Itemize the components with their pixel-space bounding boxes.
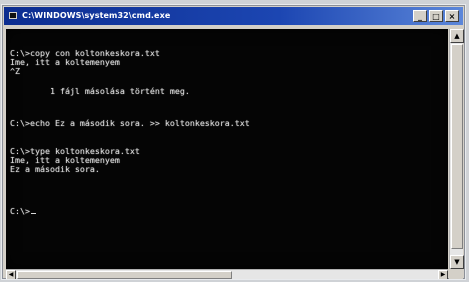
console-line: 1 fájl másolása történt meg. — [10, 86, 190, 96]
scroll-right-button[interactable]: ▶ — [438, 270, 448, 279]
maximize-button[interactable]: □ — [429, 10, 443, 22]
console-line: Ime, itt a koltemenyem — [10, 57, 120, 67]
scroll-left-button[interactable]: ◀ — [6, 270, 16, 279]
command-prompt-window: C:\WINDOWS\system32\cmd.exe _ □ × C:\>co… — [2, 5, 465, 279]
console-line: ^Z — [10, 66, 20, 76]
window-title: C:\WINDOWS\system32\cmd.exe — [22, 11, 171, 20]
command-prompt-icon — [9, 12, 17, 19]
console-prompt[interactable]: C:\> — [10, 207, 36, 216]
scroll-up-button[interactable]: ▲ — [450, 29, 464, 43]
window-controls: _ □ × — [413, 10, 459, 22]
vertical-scrollbar[interactable]: ▲ ▼ — [449, 29, 464, 269]
scrollbar-corner — [449, 269, 463, 279]
console-line: Ez a második sora. — [10, 164, 100, 174]
vertical-scroll-thumb[interactable] — [451, 44, 463, 249]
console-output[interactable]: C:\>copy con koltonkeskora.txt Ime, itt … — [6, 29, 448, 269]
horizontal-scrollbar[interactable]: ◀ ▶ — [6, 269, 448, 279]
close-button[interactable]: × — [445, 10, 459, 22]
horizontal-scroll-thumb[interactable] — [17, 271, 232, 279]
window-titlebar[interactable]: C:\WINDOWS\system32\cmd.exe _ □ × — [4, 7, 463, 25]
console-line: C:\>echo Ez a második sora. >> koltonkes… — [10, 118, 250, 128]
scroll-down-button[interactable]: ▼ — [450, 255, 464, 269]
minimize-button[interactable]: _ — [413, 10, 427, 22]
